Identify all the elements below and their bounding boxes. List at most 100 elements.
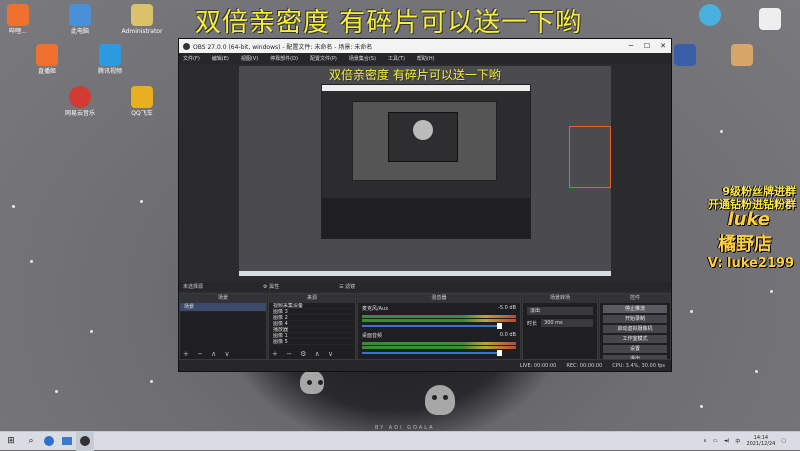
desktop-icon[interactable]: QQ飞车 [112,86,172,118]
contact-text: V: luke2199 [707,256,794,271]
transition-select[interactable]: 淡出 [527,307,593,315]
stop-streaming-button[interactable]: 停止推流 [603,305,667,313]
nested-preview-inner [352,101,497,181]
close-button[interactable]: ✕ [655,42,671,50]
settings-button[interactable]: 设置 [603,345,667,353]
preview-banner: 双倍亲密度 有碎片可以送一下哟 [329,68,501,82]
mic-channel-db: -5.0 dB [498,305,516,311]
desktop-volume-slider[interactable] [362,350,502,356]
wallpaper-skull [300,370,324,394]
studio-mode-button[interactable]: 工作室模式 [603,335,667,343]
user-folder-icon [131,4,153,26]
desktop-icon[interactable] [712,44,772,68]
transitions-panel: 场景转场 淡出 时长 300 ms [522,293,598,361]
desktop-icon[interactable]: 哔哩... [0,4,48,36]
source-toolbar[interactable]: + − ⚙ ∧ ∨ [272,350,336,358]
menu-bar: 文件(F) 编辑(E) 视图(V) 停靠部件(D) 配置文件(P) 场景集合(S… [179,53,671,64]
audio-mixer-panel: 混音器 麦克风/Aux -5.0 dB 桌面音频 0.0 dB [357,293,521,361]
volume-icon[interactable]: ◄) [724,438,730,444]
menu-file[interactable]: 文件(F) [183,55,200,62]
filters-button[interactable]: ☰ 滤镜 [339,283,355,290]
file-icon [731,44,753,66]
live-status: LIVE: 00:00:00 [519,362,557,369]
live-icon [36,44,58,66]
start-recording-button[interactable]: 开始录制 [603,315,667,323]
bilibili-icon [7,4,29,26]
source-item[interactable]: 图像 5 [269,339,355,345]
menu-help[interactable]: 帮助(H) [417,55,435,62]
obs-window: OBS 27.0.0 (64-bit, windows) - 配置文件: 未命名… [178,38,672,372]
menu-edit[interactable]: 编辑(E) [212,55,229,62]
mic-volume-slider[interactable] [362,323,502,329]
obs-app-icon [183,42,190,50]
virtual-camera-button[interactable]: 启动虚拟摄像机 [603,325,667,333]
search-icon[interactable]: ⌕ [22,432,40,451]
network-icon[interactable]: ▭ [713,438,718,444]
desktop-channel-name: 桌面音频 [362,333,383,339]
desktop-icon[interactable]: 直播姬 [17,44,77,76]
mic-level-meter [362,319,516,322]
menu-tools[interactable]: 工具(T) [388,55,405,62]
menu-view[interactable]: 视图(V) [241,55,258,62]
taskbar: ⊞ ⌕ ∧ ▭ ◄) 中 14:14 2021/12/24 ▢ [0,431,800,451]
clock[interactable]: 14:14 2021/12/24 [746,435,775,447]
scenes-panel: 场景 场景 + − ∧ ∨ [179,293,267,361]
menu-scene-collection[interactable]: 场景集合(S) [349,55,376,62]
preview-canvas[interactable]: 双倍亲密度 有碎片可以送一下哟 [239,66,611,276]
minimize-button[interactable]: ─ [623,42,639,50]
wallpaper-skull [425,385,455,415]
maximize-button[interactable]: ☐ [639,42,655,50]
desktop-level-meter [362,342,516,345]
title-bar: OBS 27.0.0 (64-bit, windows) - 配置文件: 未命名… [179,39,671,53]
duration-input[interactable]: 300 ms [541,319,593,327]
mic-channel-name: 麦克风/Aux [362,306,389,312]
obs-taskbar-icon[interactable] [76,431,94,451]
system-tray: ∧ ▭ ◄) 中 14:14 2021/12/24 ▢ [703,435,800,447]
file-icon [759,8,781,30]
cpu-status: CPU: 3.4%, 30.00 fps [612,362,665,369]
streamer-name: luke [727,209,770,230]
video-icon [99,44,121,66]
file-explorer-icon[interactable] [58,432,76,451]
scene-item[interactable]: 场景 [180,303,266,312]
scenes-panel-title: 场景 [180,294,266,303]
desktop-icon[interactable]: 此电脑 [50,4,110,36]
shop-name: 橘野店 [718,234,772,255]
no-source-label: 未选择源 [183,284,204,290]
desktop-icon[interactable] [740,8,800,32]
ime-icon[interactable]: 中 [735,438,740,445]
desktop-icon[interactable] [680,4,740,28]
nested-obs-preview [321,84,531,239]
desktop-level-meter [362,346,516,349]
mic-level-meter [362,315,516,318]
menu-profile[interactable]: 配置文件(P) [310,55,337,62]
stream-banner: 双倍亲密度 有碎片可以送一下哟 [195,8,583,38]
desktop-icon[interactable]: 腾讯视频 [80,44,140,76]
computer-icon [69,4,91,26]
app-icon [699,4,721,26]
rec-status: REC: 00:00:00 [566,362,603,369]
music-icon [69,86,91,108]
controls-title: 控件 [600,294,670,303]
scene-toolbar[interactable]: + − ∧ ∨ [183,350,233,358]
sources-panel-title: 来源 [269,294,355,303]
desktop-channel-db: 0.0 dB [499,332,516,338]
desktop-icon[interactable]: Administrator [112,4,172,36]
controls-panel: 控件 停止推流 开始录制 启动虚拟摄像机 工作室模式 设置 退出 [599,293,671,363]
properties-button[interactable]: ⚙ 属性 [263,283,279,290]
mixer-title: 混音器 [358,294,520,303]
sources-panel: 来源 视频采集设备 图像 3 图像 2 图像 4 播放器 图像 1 图像 5 +… [268,293,356,361]
desktop-icon[interactable]: 网易云音乐 [50,86,110,118]
tray-up-icon[interactable]: ∧ [703,438,707,444]
menu-docks[interactable]: 停靠部件(D) [270,55,298,62]
duration-label: 时长 [527,320,538,327]
windows-start-icon[interactable]: ⊞ [0,432,22,451]
notification-icon[interactable]: ▢ [781,438,786,444]
transitions-title: 场景转场 [523,294,597,303]
status-bar: LIVE: 00:00:00 REC: 00:00:00 CPU: 3.4%, … [179,359,671,371]
browser-icon[interactable] [40,432,58,451]
game-icon [131,86,153,108]
clock-date: 2021/12/24 [746,441,776,447]
window-title: OBS 27.0.0 (64-bit, windows) - 配置文件: 未命名… [193,43,373,51]
preview-contact-card [569,126,611,188]
